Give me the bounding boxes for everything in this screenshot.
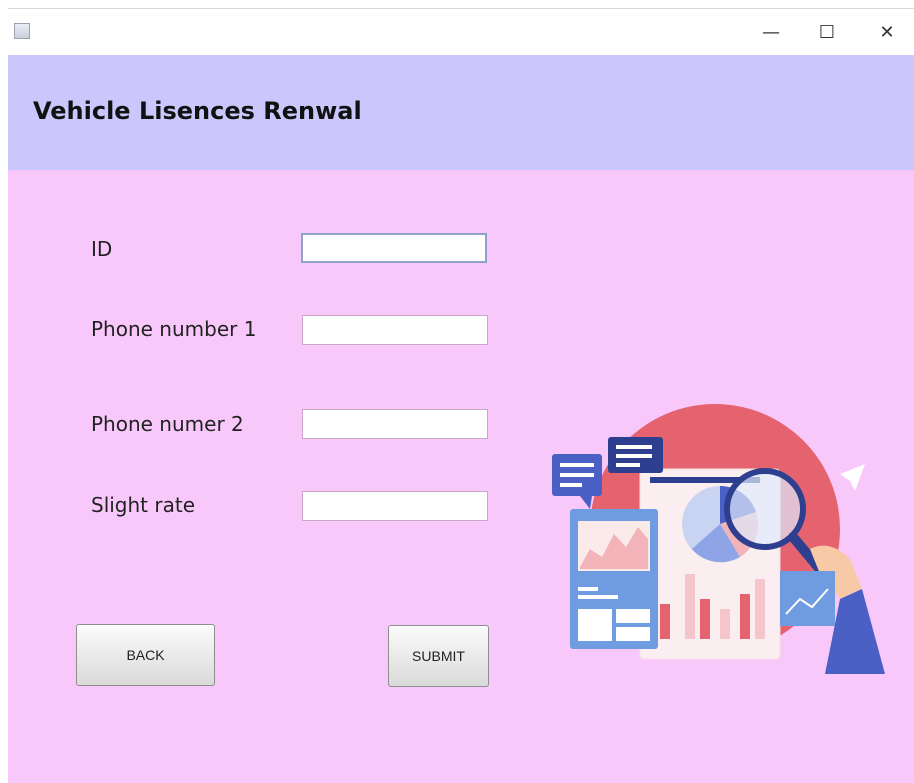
maximize-button[interactable]: ☐ <box>810 19 844 45</box>
header-banner: Vehicle Lisences Renwal <box>8 55 914 170</box>
data-analysis-illustration-icon <box>552 404 885 674</box>
title-bar: — ☐ ✕ <box>8 9 914 55</box>
close-button[interactable]: ✕ <box>870 19 904 45</box>
id-input[interactable] <box>301 233 487 263</box>
slight-rate-input[interactable] <box>302 491 488 521</box>
slight-rate-label: Slight rate <box>91 493 196 517</box>
id-label: ID <box>91 237 113 261</box>
page-title: Vehicle Lisences Renwal <box>33 97 362 125</box>
java-app-icon <box>14 23 30 39</box>
app-window: — ☐ ✕ Vehicle Lisences Renwal ID Phone n… <box>8 8 914 783</box>
phone-number-1-label: Phone number 1 <box>91 317 257 341</box>
back-button[interactable]: BACK <box>76 624 215 686</box>
phone-number-2-label: Phone numer 2 <box>91 412 244 436</box>
phone-number-2-input[interactable] <box>302 409 488 439</box>
phone-number-1-input[interactable] <box>302 315 488 345</box>
minimize-button[interactable]: — <box>754 19 788 45</box>
submit-button[interactable]: SUBMIT <box>388 625 489 687</box>
